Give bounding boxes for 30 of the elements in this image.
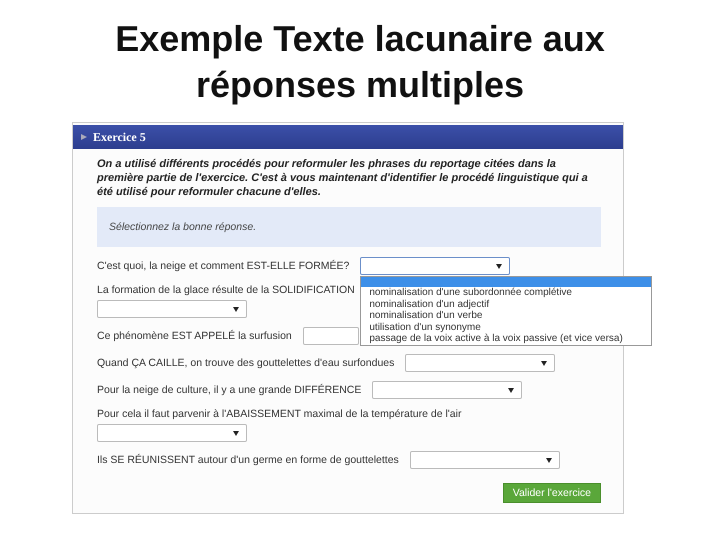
exercise-title: Exercice 5 <box>93 130 146 144</box>
dropdown-option[interactable]: utilisation d'un synonyme <box>361 322 652 333</box>
caret-icon <box>233 307 239 312</box>
caret-icon <box>496 264 502 269</box>
question-text: La formation de la glace résulte de la SOLIDIFICATION <box>97 284 355 296</box>
answer-select[interactable] <box>410 451 560 469</box>
answer-select[interactable] <box>405 354 556 372</box>
question-text: Quand ÇA CAILLE, on trouve des gouttelettes d'eau surfondues <box>97 357 394 369</box>
caret-icon <box>508 388 514 393</box>
answer-select[interactable] <box>97 300 247 318</box>
caret-icon <box>233 431 239 436</box>
caret-icon <box>541 361 548 366</box>
dropdown-option[interactable]: nominalisation d'une subordonnée complétive <box>361 287 652 298</box>
instruction-text: On a utilisé différents procédés pour reformuler les phrases du reportage citées dans la première partie de l'exercice. C'est à vous maintenant d'identifier le procédé linguistique qui a été utilisé pour reformuler chacune d'elles. <box>97 157 589 199</box>
question-text: Pour la neige de culture, il y a une grande DIFFÉRENCE <box>97 384 362 396</box>
triangle-icon <box>81 134 87 140</box>
hint-text: Sélectionnez la bonne réponse. <box>109 221 256 233</box>
slide-title: Exemple Texte lacunaire aux réponses multiples <box>114 17 606 107</box>
dropdown-option[interactable]: nominalisation d'un verbe <box>361 310 652 322</box>
dropdown-option[interactable]: passage de la voix active à la voix passive (et vice versa) <box>361 333 652 344</box>
question-text: Ils SE RÉUNISSENT autour d'un germe en forme de gouttelettes <box>97 454 399 466</box>
question-text: Pour cela il faut parvenir à l'ABAISSEMENT maximal de la température de l'air <box>97 408 462 420</box>
answer-select[interactable] <box>360 257 510 275</box>
answer-select[interactable] <box>302 327 359 345</box>
dropdown-option[interactable]: nominalisation d'un adjectif <box>361 298 652 310</box>
answer-select[interactable] <box>372 381 522 399</box>
question-text: C'est quoi, la neige et comment EST-ELLE FORMÉE? <box>97 260 350 272</box>
answer-select[interactable] <box>97 424 247 442</box>
caret-icon <box>546 458 552 463</box>
question-text: Ce phénomène EST APPELÉ la surfusion <box>97 330 292 342</box>
